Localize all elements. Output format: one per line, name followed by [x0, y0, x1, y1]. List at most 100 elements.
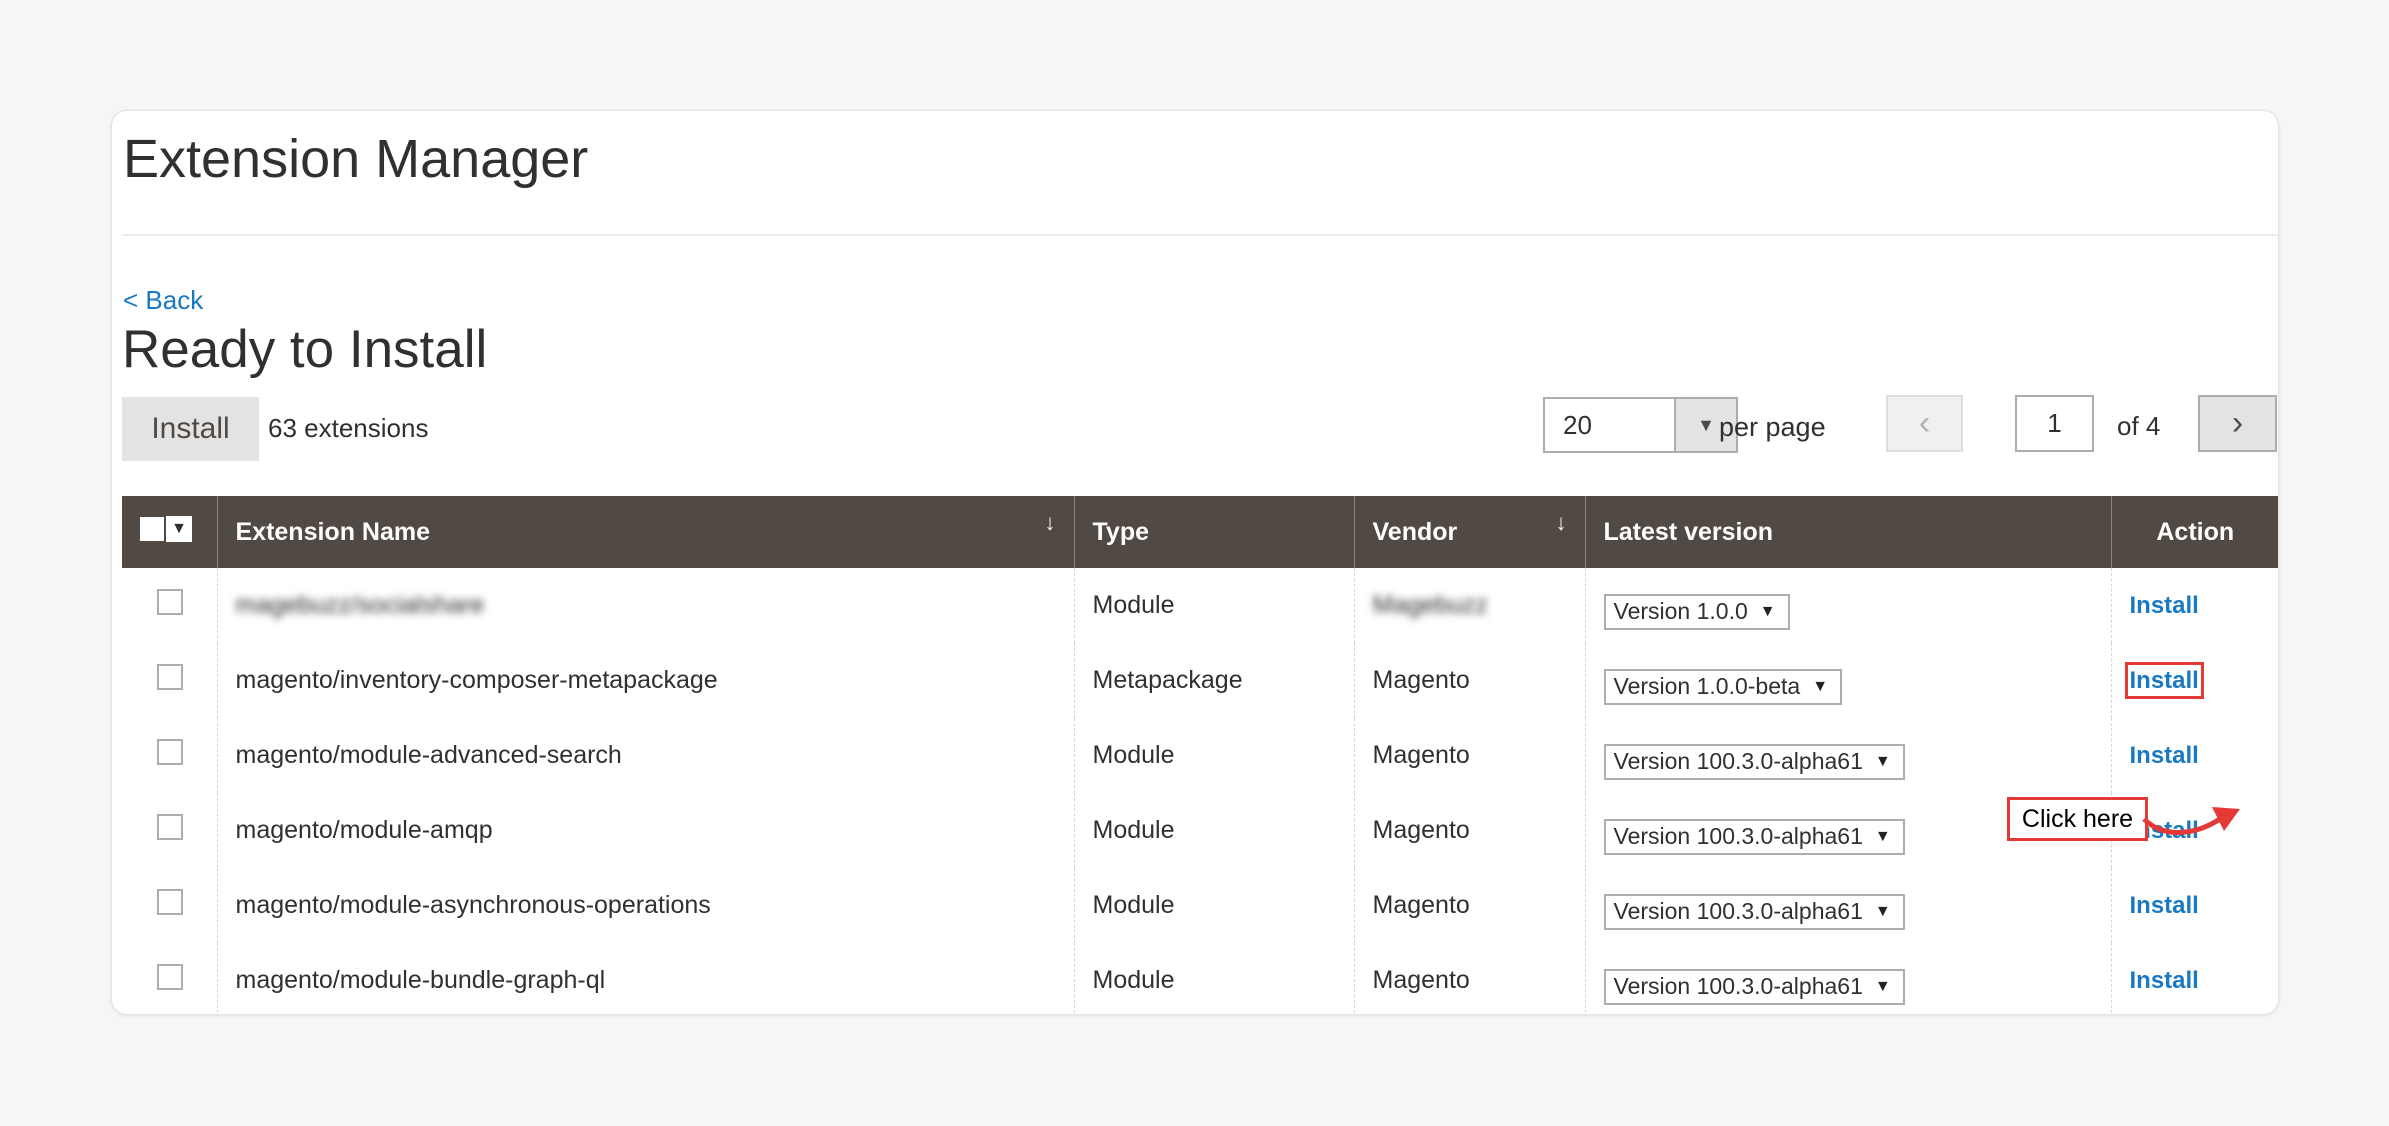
mass-select-checkbox[interactable]	[140, 517, 164, 541]
row-checkbox[interactable]	[157, 589, 183, 615]
extension-name-cell: magento/module-asynchronous-operations	[216, 868, 1074, 943]
version-cell: Version 1.0.0 ▼	[1584, 568, 2111, 643]
next-page-button[interactable]: ›	[2198, 395, 2277, 452]
extensions-table: ▼ Extension Name ↓ Type Vendor ↓ Latest …	[122, 496, 2278, 1014]
version-cell: Version 1.0.0-beta ▼	[1584, 643, 2111, 718]
caret-down-icon: ▼	[1874, 827, 1891, 845]
caret-down-icon: ▼	[1874, 977, 1891, 995]
caret-down-icon: ▼	[1812, 677, 1829, 695]
extension-name-cell: magento/module-bundle-graph-ql	[216, 943, 1074, 1014]
extension-name-cell: magento/module-amqp	[216, 793, 1074, 868]
section-title: Ready to Install	[122, 320, 488, 379]
vendor-cell: Magento	[1353, 943, 1585, 1014]
row-checkbox[interactable]	[157, 739, 183, 765]
install-button[interactable]: Install	[122, 397, 259, 461]
sort-arrow-icon: ↓	[1555, 510, 1567, 535]
row-select-cell	[122, 793, 217, 868]
action-cell: Install	[2110, 643, 2278, 718]
vendor-cell: Magento	[1353, 868, 1585, 943]
row-select-cell	[122, 718, 217, 793]
version-select[interactable]: Version 100.3.0-alpha61 ▼	[1603, 743, 1905, 780]
column-header-type[interactable]: Type	[1073, 496, 1354, 568]
row-select-cell	[122, 643, 217, 718]
page-total: of 4	[2117, 411, 2161, 441]
install-link[interactable]: Install	[2130, 892, 2199, 919]
page-title: Extension Manager	[123, 129, 589, 189]
vendor-cell: Magebuzz	[1353, 568, 1585, 643]
column-header-label: Type	[1092, 517, 1150, 546]
row-checkbox[interactable]	[157, 964, 183, 990]
click-here-callout: Click here	[2007, 797, 2148, 841]
mass-select-header: ▼	[122, 496, 217, 568]
back-link[interactable]: < Back	[123, 283, 203, 317]
caret-down-icon: ▼	[1874, 752, 1891, 770]
column-header-extension-name[interactable]: Extension Name ↓	[216, 496, 1074, 568]
vendor-cell: Magento	[1353, 793, 1585, 868]
extension-count: 63 extensions	[268, 413, 429, 443]
row-checkbox[interactable]	[157, 664, 183, 690]
sort-arrow-icon: ↓	[1044, 510, 1056, 535]
version-select[interactable]: Version 1.0.0 ▼	[1603, 593, 1790, 630]
row-checkbox[interactable]	[157, 814, 183, 840]
version-select[interactable]: Version 1.0.0-beta ▼	[1603, 668, 1843, 705]
caret-down-icon: ▼	[1759, 602, 1776, 620]
type-cell: Module	[1073, 718, 1354, 793]
action-cell: Install	[2110, 943, 2278, 1014]
row-select-cell	[122, 868, 217, 943]
title-divider	[122, 234, 2278, 236]
row-select-cell	[122, 943, 217, 1014]
version-cell: Version 100.3.0-alpha61 ▼	[1584, 718, 2111, 793]
column-header-action: Action	[2110, 496, 2278, 568]
per-page-select[interactable]: 20 ▼	[1543, 397, 1738, 453]
version-value: Version 100.3.0-alpha61	[1613, 823, 1863, 849]
version-cell: Version 100.3.0-alpha61 ▼	[1584, 943, 2111, 1014]
action-cell: Install	[2110, 868, 2278, 943]
previous-page-button[interactable]: ‹	[1886, 395, 1963, 452]
table-row: magento/module-amqp Module Magento Versi…	[122, 793, 2278, 868]
chevron-right-icon: ›	[2231, 404, 2244, 442]
version-value: Version 100.3.0-alpha61	[1613, 973, 1863, 999]
version-select[interactable]: Version 100.3.0-alpha61 ▼	[1603, 893, 1905, 930]
type-cell: Module	[1073, 793, 1354, 868]
extension-manager-panel: Extension Manager < Back Ready to Instal…	[111, 110, 2279, 1015]
install-link-highlighted[interactable]: Install	[2124, 662, 2204, 699]
chevron-left-icon: ‹	[1918, 404, 1931, 442]
callout-arrow-icon	[2142, 807, 2240, 835]
version-cell: Version 100.3.0-alpha61 ▼	[1584, 868, 2111, 943]
column-header-latest-version[interactable]: Latest version	[1584, 496, 2111, 568]
vendor-cell: Magento	[1353, 718, 1585, 793]
extension-name-cell: magebuzz/socialshare	[216, 568, 1074, 643]
install-link[interactable]: Install	[2130, 592, 2199, 619]
column-header-label: Action	[2156, 517, 2235, 546]
per-page-value: 20	[1563, 410, 1592, 440]
action-cell: Install	[2110, 568, 2278, 643]
vendor-cell: Magento	[1353, 643, 1585, 718]
type-cell: Module	[1073, 943, 1354, 1014]
extension-name-cell: magento/inventory-composer-metapackage	[216, 643, 1074, 718]
row-select-cell	[122, 568, 217, 643]
table-header-row: ▼ Extension Name ↓ Type Vendor ↓ Latest …	[122, 496, 2278, 568]
row-checkbox[interactable]	[157, 889, 183, 915]
table-row: magebuzz/socialshare Module Magebuzz Ver…	[122, 568, 2278, 643]
page-number-input[interactable]	[2015, 395, 2094, 452]
version-value: Version 100.3.0-alpha61	[1613, 748, 1863, 774]
mass-select-control[interactable]: ▼	[140, 516, 192, 542]
install-link[interactable]: Install	[2130, 742, 2199, 769]
version-value: Version 1.0.0	[1613, 598, 1748, 624]
column-header-label: Extension Name	[235, 517, 431, 546]
action-cell: Install	[2110, 718, 2278, 793]
version-select[interactable]: Version 100.3.0-alpha61 ▼	[1603, 968, 1905, 1005]
table-row: magento/inventory-composer-metapackage M…	[122, 643, 2278, 718]
extension-name-cell: magento/module-advanced-search	[216, 718, 1074, 793]
chevron-down-icon[interactable]: ▼	[164, 516, 192, 542]
column-header-label: Vendor	[1372, 517, 1458, 546]
version-value: Version 1.0.0-beta	[1613, 673, 1801, 699]
table-row: magento/module-advanced-search Module Ma…	[122, 718, 2278, 793]
table-row: magento/module-asynchronous-operations M…	[122, 868, 2278, 943]
column-header-vendor[interactable]: Vendor ↓	[1353, 496, 1585, 568]
install-link[interactable]: Install	[2130, 967, 2199, 994]
type-cell: Module	[1073, 568, 1354, 643]
version-select[interactable]: Version 100.3.0-alpha61 ▼	[1603, 818, 1905, 855]
type-cell: Module	[1073, 868, 1354, 943]
version-value: Version 100.3.0-alpha61	[1613, 898, 1863, 924]
